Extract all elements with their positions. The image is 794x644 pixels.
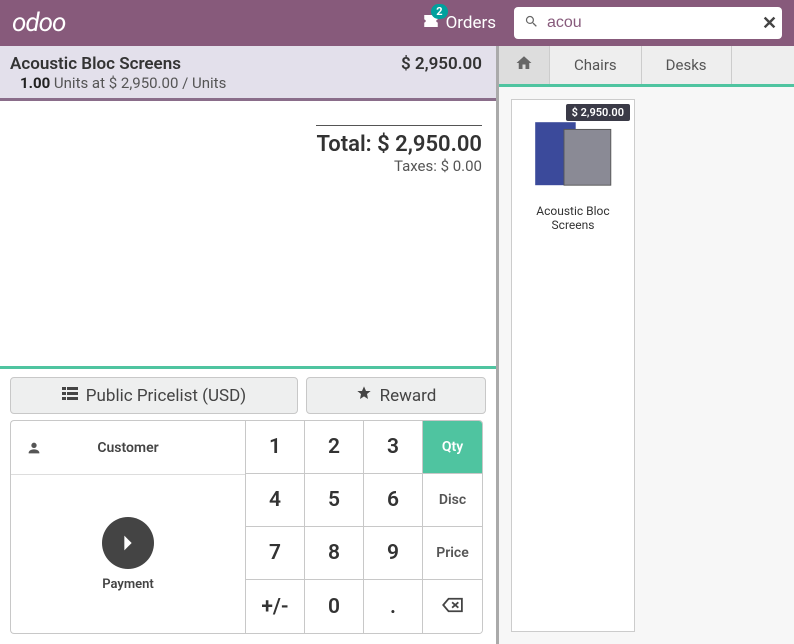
- orderline-product-name: Acoustic Bloc Screens: [10, 54, 226, 74]
- product-name: Acoustic Bloc Screens: [512, 200, 634, 238]
- user-icon: [11, 440, 57, 456]
- numpad-7[interactable]: 7: [246, 527, 305, 580]
- numpad-9[interactable]: 9: [364, 527, 423, 580]
- logo: odoo: [12, 8, 65, 38]
- chevron-right-icon: [102, 517, 154, 569]
- numpad-8[interactable]: 8: [305, 527, 364, 580]
- top-bar: odoo 2 Orders ✕: [0, 0, 794, 46]
- numpad-backspace[interactable]: [423, 580, 482, 633]
- numpad-qty[interactable]: Qty: [423, 421, 482, 474]
- order-summary: Total: $ 2,950.00 Taxes: $ 0.00: [316, 121, 482, 175]
- ticket-icon: 2: [422, 12, 440, 35]
- orderline-qty: 1.00 Units at $ 2,950.00 / Units: [20, 74, 226, 92]
- tab-desks[interactable]: Desks: [642, 46, 732, 84]
- numpad-plusminus[interactable]: +/-: [246, 580, 305, 633]
- products-grid: $ 2,950.00 Acoustic Bloc Screens: [499, 87, 794, 644]
- category-tabs: Chairs Desks: [499, 46, 794, 87]
- taxes-row: Taxes: $ 0.00: [316, 157, 482, 175]
- list-icon: [62, 386, 78, 406]
- search-icon: [524, 14, 539, 33]
- left-panel: Acoustic Bloc Screens 1.00 Units at $ 2,…: [0, 46, 499, 644]
- star-icon: [356, 385, 372, 406]
- numpad: 1 2 3 Qty 4 5 6 Disc 7 8 9 Price +/- 0 .: [245, 420, 483, 634]
- customer-button[interactable]: Customer: [11, 421, 245, 475]
- orders-count-badge: 2: [431, 4, 447, 19]
- numpad-2[interactable]: 2: [305, 421, 364, 474]
- numpad-4[interactable]: 4: [246, 474, 305, 527]
- price-tag: $ 2,950.00: [566, 104, 630, 121]
- backspace-icon: [442, 597, 464, 617]
- home-icon: [515, 54, 533, 76]
- numpad-5[interactable]: 5: [305, 474, 364, 527]
- cart-area: Total: $ 2,950.00 Taxes: $ 0.00: [0, 101, 496, 366]
- numpad-1[interactable]: 1: [246, 421, 305, 474]
- tab-chairs[interactable]: Chairs: [550, 46, 642, 84]
- keypad-area: Customer Payment 1 2 3 Qty 4 5 6 Disc 7: [0, 420, 496, 644]
- reward-button[interactable]: Reward: [306, 377, 486, 414]
- numpad-dot[interactable]: .: [364, 580, 423, 633]
- total-row: Total: $ 2,950.00: [316, 132, 482, 157]
- numpad-price[interactable]: Price: [423, 527, 482, 580]
- numpad-6[interactable]: 6: [364, 474, 423, 527]
- search-input[interactable]: [539, 14, 762, 32]
- orders-label: Orders: [446, 13, 496, 33]
- order-line[interactable]: Acoustic Bloc Screens 1.00 Units at $ 2,…: [0, 46, 496, 101]
- payment-button[interactable]: Payment: [11, 475, 245, 633]
- orderline-price: $ 2,950.00: [401, 54, 482, 92]
- numpad-3[interactable]: 3: [364, 421, 423, 474]
- right-panel: Chairs Desks $ 2,950.00 Acoustic Bloc Sc…: [499, 46, 794, 644]
- close-icon[interactable]: ✕: [762, 13, 777, 34]
- tab-home[interactable]: [499, 46, 550, 84]
- search-box[interactable]: ✕: [514, 7, 782, 39]
- product-card[interactable]: $ 2,950.00 Acoustic Bloc Screens: [511, 99, 635, 632]
- orders-button[interactable]: 2 Orders: [416, 12, 502, 35]
- pricelist-button[interactable]: Public Pricelist (USD): [10, 377, 298, 414]
- numpad-0[interactable]: 0: [305, 580, 364, 633]
- numpad-disc[interactable]: Disc: [423, 474, 482, 527]
